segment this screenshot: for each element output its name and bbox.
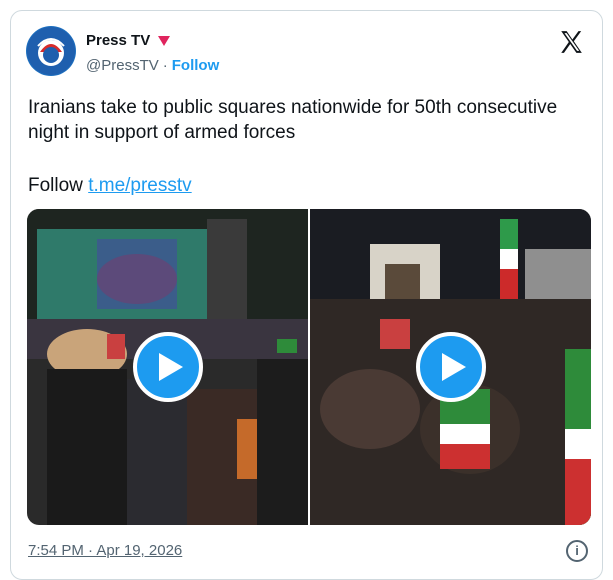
video-thumbnail-2[interactable]: [310, 209, 591, 525]
tweet-footer: 7:54 PM · Apr 19, 2026 i: [28, 539, 588, 562]
avatar[interactable]: [26, 26, 76, 76]
media-grid: [27, 209, 591, 525]
x-logo-icon[interactable]: [558, 29, 584, 55]
play-button[interactable]: [132, 332, 203, 402]
video-thumbnail-1[interactable]: [27, 209, 308, 525]
account-handle[interactable]: @PressTV: [86, 57, 159, 74]
display-name[interactable]: Press TV: [86, 32, 150, 49]
timestamp-link[interactable]: 7:54 PM · Apr 19, 2026: [28, 542, 182, 559]
follow-prefix: Follow: [28, 175, 83, 196]
separator: ·: [162, 57, 168, 74]
name-row: Press TV: [86, 32, 171, 49]
follow-line: Follow t.me/presstv: [28, 173, 192, 198]
tweet-text: Iranians take to public squares nationwi…: [28, 97, 558, 143]
info-icon[interactable]: i: [566, 540, 588, 562]
play-icon: [158, 353, 183, 381]
play-icon: [441, 353, 466, 381]
handle-row: @PressTV · Follow: [86, 57, 219, 74]
presstv-logo-icon: [27, 27, 75, 75]
play-button[interactable]: [415, 332, 486, 402]
tweet-card[interactable]: Press TV @PressTV · Follow Iranians take…: [10, 10, 603, 580]
follow-button[interactable]: Follow: [172, 57, 220, 74]
affiliation-badge-icon: [158, 35, 171, 46]
telegram-link[interactable]: t.me/presstv: [88, 175, 191, 196]
